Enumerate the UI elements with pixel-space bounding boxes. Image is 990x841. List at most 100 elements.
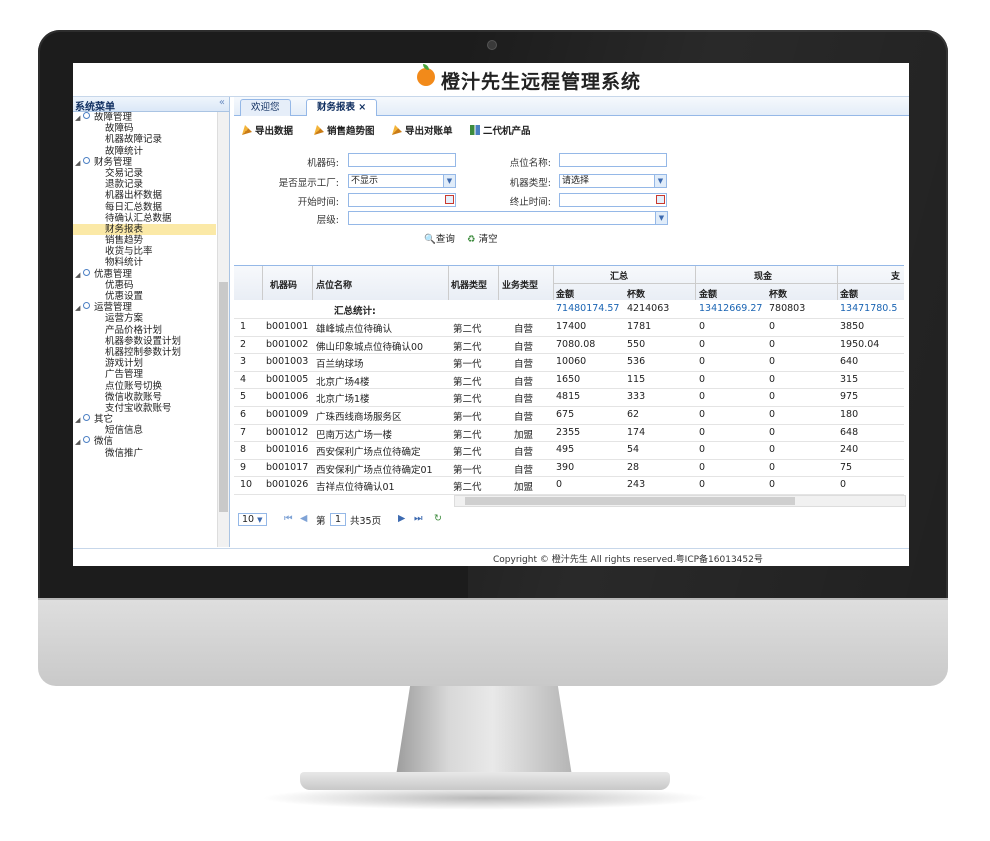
show-factory-select[interactable]: 不显示 ▼ xyxy=(348,174,456,188)
menu-item[interactable]: 故障码 xyxy=(73,123,216,134)
prev-page-icon[interactable]: ◀ xyxy=(300,513,307,524)
calendar-icon[interactable] xyxy=(656,195,665,204)
table-row[interactable]: 8 b001016 西安保利广场点位待确定 第二代 自营 495 54 0 0 240 xyxy=(234,441,904,460)
monitor-base xyxy=(300,772,670,790)
camera-icon xyxy=(487,40,497,50)
cell-cash-cups: 0 xyxy=(769,479,776,491)
first-page-icon[interactable]: ⏮ xyxy=(284,513,293,524)
menu-item[interactable]: 运营方案 xyxy=(73,313,216,324)
col-machine-type[interactable]: 机器类型 xyxy=(451,278,487,291)
menu-item[interactable]: 微信收款账号 xyxy=(73,392,216,403)
table-row[interactable]: 4 b001005 北京广场4楼 第二代 自营 1650 115 0 0 315 xyxy=(234,371,904,390)
menu-item[interactable]: 机器控制参数计划 xyxy=(73,347,216,358)
menu-item[interactable]: 机器参数设置计划 xyxy=(73,336,216,347)
cell-code: b001006 xyxy=(266,391,309,403)
tab-welcome[interactable]: 欢迎您 xyxy=(240,99,291,116)
menu-item[interactable]: 每日汇总数据 xyxy=(73,202,216,213)
menu-item[interactable]: 收货与比率 xyxy=(73,246,216,257)
location-name-input[interactable] xyxy=(559,153,667,167)
menu-item[interactable]: 优惠设置 xyxy=(73,291,216,302)
menu-item[interactable]: 故障统计 xyxy=(73,146,216,157)
cell-no: 3 xyxy=(240,356,247,368)
level-select[interactable]: ▼ xyxy=(348,211,668,225)
col-group-cash: 现金 xyxy=(754,272,773,282)
menu-item[interactable]: 物料统计 xyxy=(73,257,216,268)
table-row[interactable]: 3 b001003 百兰纳球场 第一代 自营 10060 536 0 0 640 xyxy=(234,353,904,372)
menu-group[interactable]: ◢ 运营管理 xyxy=(73,302,216,313)
end-time-input[interactable] xyxy=(559,193,667,207)
menu-group[interactable]: ◢ 故障管理 xyxy=(73,112,216,123)
menu-item[interactable]: 待确认汇总数据 xyxy=(73,213,216,224)
second-gen-products-button[interactable]: 二代机产品 xyxy=(470,123,531,137)
export-reconcile-button[interactable]: 导出对账单 xyxy=(392,123,453,137)
menu-item[interactable]: 游戏计划 xyxy=(73,358,216,369)
query-button[interactable]: 🔍查询 xyxy=(424,231,455,245)
cell-pay-amount: 75 xyxy=(840,461,853,473)
cell-amount: 675 xyxy=(556,409,575,420)
grid-header: 机器码 点位名称 机器类型 业务类型 汇总 现金 支 金额 杯数 金额 杯数 金… xyxy=(234,266,904,301)
tab-finance-report[interactable]: 财务报表 × xyxy=(306,99,378,116)
horizontal-scrollbar[interactable] xyxy=(454,495,906,507)
next-page-icon[interactable]: ▶ xyxy=(398,513,405,524)
table-row[interactable]: 6 b001009 广珠西线商场服务区 第一代 自营 675 62 0 0 180 xyxy=(234,406,904,425)
machine-code-input[interactable] xyxy=(348,153,456,167)
cell-cups: 115 xyxy=(627,373,646,385)
cell-code: b001005 xyxy=(266,373,309,385)
table-row[interactable]: 1 b001001 雄峰城点位待确认 第二代 自营 17400 1781 0 0 3850 xyxy=(234,318,904,337)
col-business-type[interactable]: 业务类型 xyxy=(502,278,538,291)
menu-item[interactable]: 财务报表 xyxy=(73,223,216,236)
menu-item[interactable]: 机器出杯数据 xyxy=(73,190,216,201)
cell-code: b001017 xyxy=(266,461,309,473)
menu-item[interactable]: 退款记录 xyxy=(73,179,216,190)
table-row[interactable]: 10 b001026 吉祥点位待确认01 第二代 加盟 0 243 0 0 0 xyxy=(234,476,904,495)
start-time-input[interactable] xyxy=(348,193,456,207)
cell-cash-amount: 0 xyxy=(699,461,706,473)
menu-item[interactable]: 机器故障记录 xyxy=(73,134,216,145)
machine-type-select[interactable]: 请选择 ▼ xyxy=(559,174,667,188)
refresh-icon[interactable]: ↻ xyxy=(434,513,442,524)
cell-btype: 自营 xyxy=(514,447,534,459)
col-total-cups[interactable]: 杯数 xyxy=(627,287,645,300)
col-pay-amount[interactable]: 金额 xyxy=(840,287,858,300)
menu-item[interactable]: 销售趋势 xyxy=(73,235,216,246)
col-cash-amount[interactable]: 金额 xyxy=(699,287,717,300)
export-data-button[interactable]: 导出数据 xyxy=(242,123,293,137)
calendar-icon[interactable] xyxy=(445,195,454,204)
clear-button[interactable]: ♻ 清空 xyxy=(467,231,498,245)
cell-mtype: 第二代 xyxy=(453,394,482,406)
menu-group[interactable]: ◢ 优惠管理 xyxy=(73,268,216,280)
sales-trend-button[interactable]: 销售趋势图 xyxy=(314,123,375,137)
cell-amount: 0 xyxy=(556,479,563,491)
col-location[interactable]: 点位名称 xyxy=(316,278,352,291)
menu-group[interactable]: ◢ 微信 xyxy=(73,436,216,447)
menu-item[interactable]: 微信推广 xyxy=(73,448,216,459)
menu-item[interactable]: 产品价格计划 xyxy=(73,325,216,336)
menu-item[interactable]: 点位账号切换 xyxy=(73,381,216,392)
menu-item[interactable]: 交易记录 xyxy=(73,168,216,179)
menu-item[interactable]: 支付宝收款账号 xyxy=(73,403,216,414)
cell-cash-cups: 0 xyxy=(769,444,776,456)
cell-code: b001012 xyxy=(266,426,309,438)
table-row[interactable]: 2 b001002 佛山印象城点位待确认00 第二代 自营 7080.08 550 0 0 195… xyxy=(234,336,904,355)
last-page-icon[interactable]: ⏭ xyxy=(414,513,423,524)
col-machine-code[interactable]: 机器码 xyxy=(270,278,297,291)
orange-logo-icon xyxy=(417,64,435,86)
col-cash-cups[interactable]: 杯数 xyxy=(769,287,787,300)
page-number-input[interactable]: 1 xyxy=(330,513,347,526)
menu-item[interactable]: 广告管理 xyxy=(73,369,216,380)
page-size-select[interactable]: 10 ▼ xyxy=(238,513,267,526)
menu-group[interactable]: ◢ 其它 xyxy=(73,414,216,425)
collapse-icon[interactable]: « xyxy=(219,97,225,108)
cell-cash-amount: 0 xyxy=(699,391,706,403)
col-total-amount[interactable]: 金额 xyxy=(556,287,574,300)
table-row[interactable]: 9 b001017 西安保利广场点位待确定01 第一代 自营 390 28 0 0 75 xyxy=(234,459,904,478)
folder-icon xyxy=(83,414,90,422)
menu-group[interactable]: ◢ 财务管理 xyxy=(73,156,216,168)
folder-icon xyxy=(83,302,90,310)
menu-item[interactable]: 优惠码 xyxy=(73,280,216,291)
cell-btype: 自营 xyxy=(514,324,534,335)
table-row[interactable]: 5 b001006 北京广场1楼 第二代 自营 4815 333 0 0 975 xyxy=(234,388,904,407)
menu-item[interactable]: 短信信息 xyxy=(73,425,216,436)
table-row[interactable]: 7 b001012 巴南万达广场一楼 第二代 加盟 2355 174 0 0 648 xyxy=(234,424,904,443)
sidebar-scrollbar[interactable] xyxy=(217,112,229,547)
